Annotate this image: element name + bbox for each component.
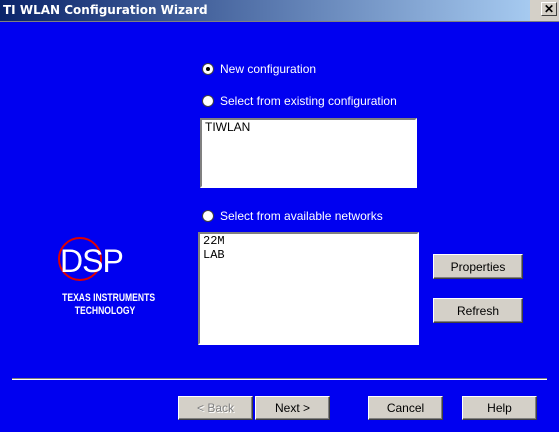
list-item[interactable]: LAB xyxy=(200,248,417,262)
radio-new-configuration[interactable]: New configuration xyxy=(202,62,316,76)
next-button[interactable]: Next > xyxy=(255,396,330,420)
radio-existing-configuration[interactable]: Select from existing configuration xyxy=(202,94,397,108)
radio-button[interactable] xyxy=(202,95,214,107)
list-item[interactable]: TIWLAN xyxy=(202,120,415,134)
footer-separator xyxy=(12,378,547,380)
existing-config-list[interactable]: TIWLAN xyxy=(200,118,417,188)
properties-button[interactable]: Properties xyxy=(433,254,523,279)
cancel-button[interactable]: Cancel xyxy=(368,396,443,420)
refresh-button-label: Refresh xyxy=(456,303,500,318)
logo-line-2: TECHNOLOGY xyxy=(74,305,136,317)
back-button-label: < Back xyxy=(196,401,235,415)
refresh-button[interactable]: Refresh xyxy=(433,298,523,323)
logo-dsp-text: DSP xyxy=(60,243,124,279)
help-button-label: Help xyxy=(487,401,512,415)
radio-button[interactable] xyxy=(202,210,214,222)
logo-line-1: TEXAS INSTRUMENTS xyxy=(62,292,156,304)
window-title: TI WLAN Configuration Wizard xyxy=(3,3,208,17)
ti-dsp-logo: DSP TEXAS INSTRUMENTS TECHNOLOGY xyxy=(50,235,160,330)
close-button[interactable]: ✕ xyxy=(541,2,557,16)
back-button[interactable]: < Back xyxy=(178,396,253,420)
wizard-window: TI WLAN Configuration Wizard ✕ New confi… xyxy=(0,0,559,432)
cancel-button-label: Cancel xyxy=(386,401,425,415)
radio-label: Select from available networks xyxy=(220,209,383,223)
list-item[interactable]: 22M xyxy=(200,234,417,248)
properties-button-label: Properties xyxy=(450,259,506,274)
radio-label: Select from existing configuration xyxy=(220,94,397,108)
close-icon: ✕ xyxy=(543,2,555,16)
help-button[interactable]: Help xyxy=(462,396,537,420)
radio-label: New configuration xyxy=(220,62,317,76)
radio-button-checked[interactable] xyxy=(202,63,214,75)
network-list[interactable]: 22M LAB xyxy=(198,232,419,345)
title-bar: TI WLAN Configuration Wizard ✕ xyxy=(0,0,559,22)
radio-available-networks[interactable]: Select from available networks xyxy=(202,209,383,223)
next-button-label: Next > xyxy=(274,401,310,415)
